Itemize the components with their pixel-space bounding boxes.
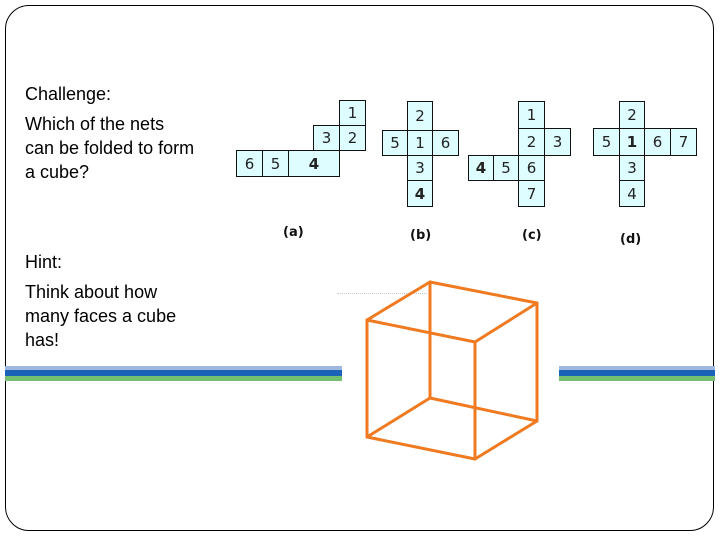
cube-edge [473,301,539,344]
cube-edge [428,396,539,423]
cube-edge [428,280,539,305]
cube-edge [365,396,432,439]
wireframe-cube-illustration [365,280,539,461]
cube-edge [365,280,432,322]
cube-edge [365,318,477,344]
cube-edge [365,435,477,461]
cube-edge [473,419,539,461]
